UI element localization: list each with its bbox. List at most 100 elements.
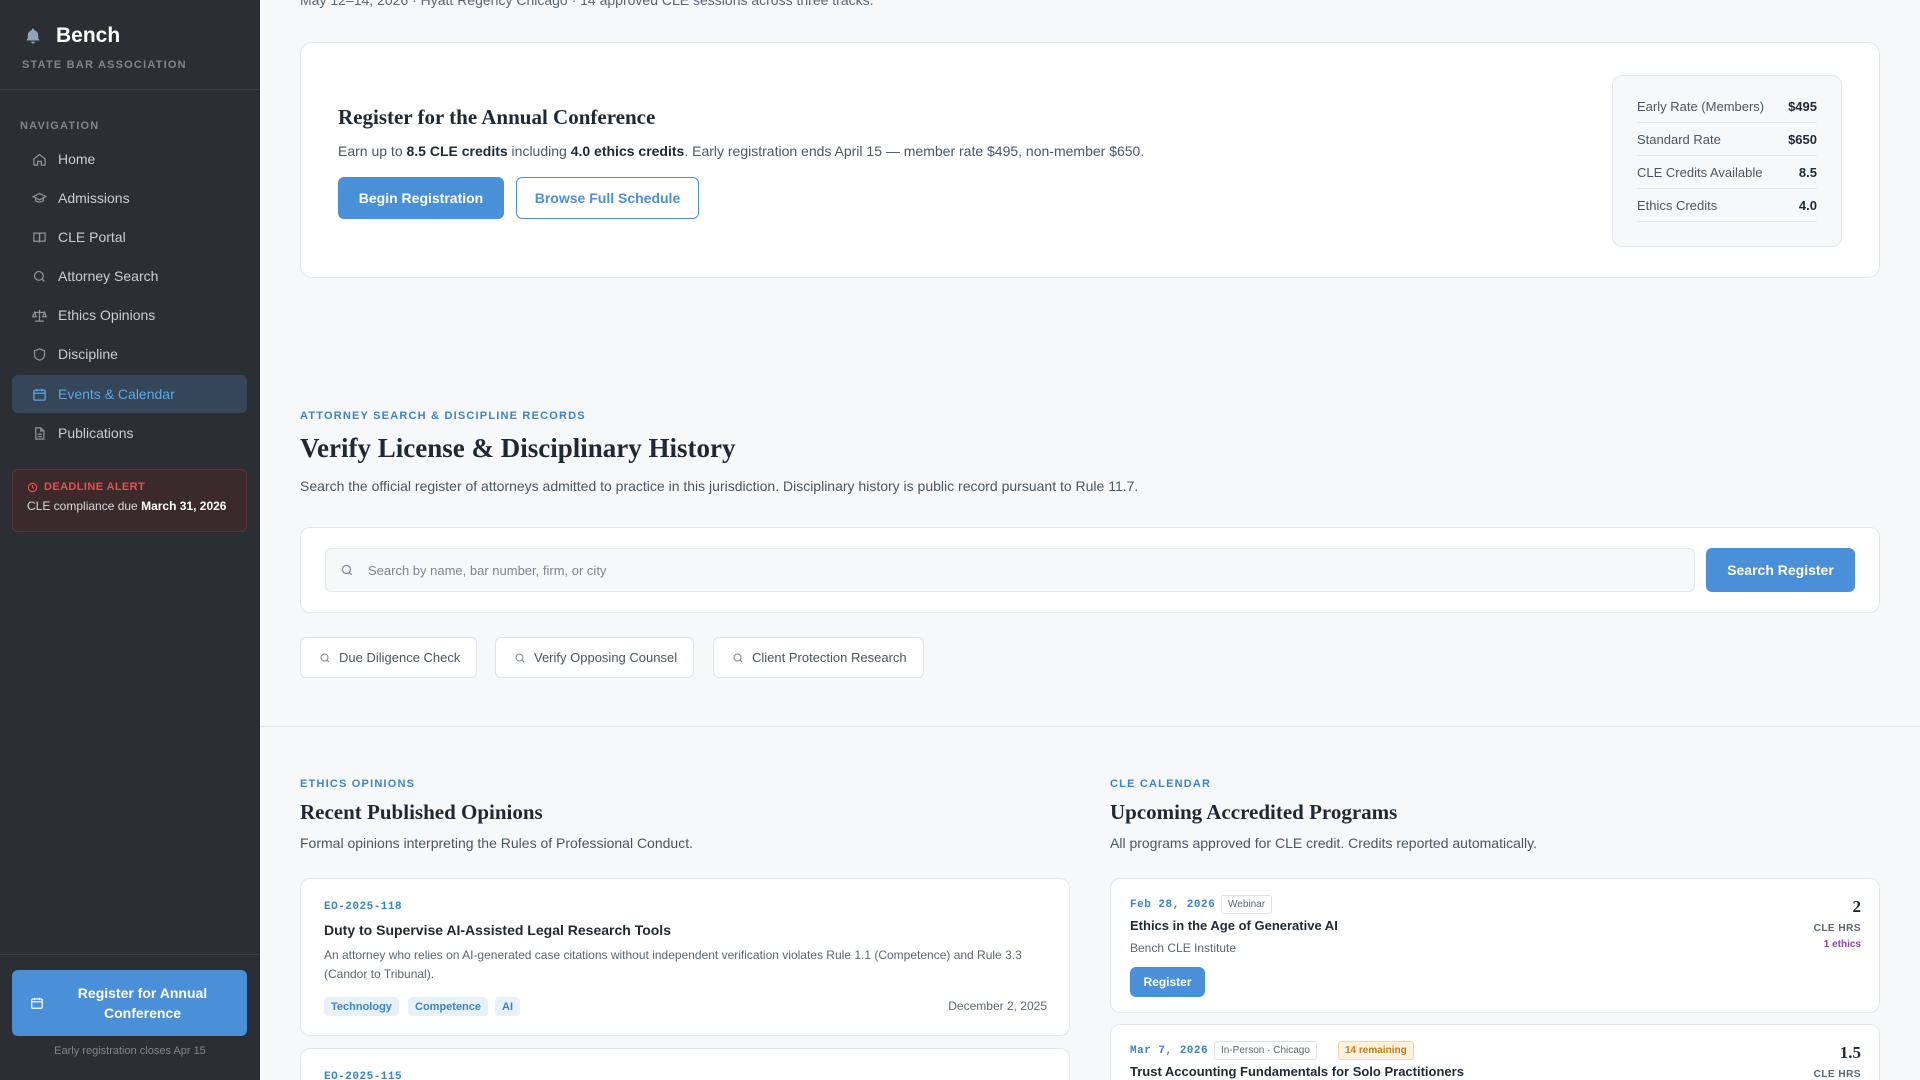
nav-section-label: NAVIGATION	[20, 120, 100, 132]
search-icon	[341, 564, 353, 576]
rates-panel: Early Rate (Members) $495 Standard Rate $6…	[1612, 75, 1842, 247]
chip-client-protection[interactable]: Client Protection Research	[713, 637, 924, 678]
chip-due-diligence[interactable]: Due Diligence Check	[300, 637, 478, 678]
register-annual-conference-button[interactable]: Register for Annual Conference	[12, 970, 247, 1036]
search-panel: Search Register	[300, 527, 1880, 613]
seats-remaining-badge: 14 remaining	[1338, 1041, 1414, 1060]
sidebar-item-label: Admissions	[58, 190, 130, 206]
graduation-cap-icon	[32, 192, 47, 203]
book-icon	[33, 232, 46, 243]
sidebar-item-events-calendar[interactable]: Events & Calendar	[12, 375, 247, 413]
program-register-button[interactable]: Register	[1130, 967, 1205, 997]
verify-eyebrow: ATTORNEY SEARCH & DISCIPLINE RECORDS	[300, 410, 586, 422]
sidebar-item-cle-portal[interactable]: CLE Portal	[12, 218, 247, 256]
program-hours: 2	[1852, 897, 1862, 916]
deadline-alert: DEADLINE ALERT CLE compliance due March …	[12, 469, 247, 532]
sidebar-item-publications[interactable]: Publications	[12, 414, 247, 452]
divider	[0, 954, 260, 955]
text: including	[511, 143, 567, 159]
alert-text: CLE compliance due	[27, 499, 138, 513]
rate-value: 8.5	[1798, 164, 1817, 180]
registration-card: Register for the Annual Conference Earn …	[300, 42, 1880, 278]
program-hours-label: CLE HRS	[1813, 1069, 1861, 1080]
rate-label: Ethics Credits	[1637, 197, 1718, 213]
program-title[interactable]: Ethics in the Age of Generative AI	[1130, 918, 1338, 933]
opinion-tag[interactable]: AI	[495, 997, 520, 1016]
alert-date: March 31, 2026	[141, 499, 227, 513]
program-hours-label: CLE HRS	[1813, 923, 1861, 934]
verify-description: Search the official register of attorney…	[300, 478, 1139, 494]
sidebar-item-label: Ethics Opinions	[58, 307, 156, 323]
rate-value: $495	[1788, 98, 1817, 114]
browse-schedule-button[interactable]: Browse Full Schedule	[516, 177, 699, 219]
sidebar-item-ethics-opinions[interactable]: Ethics Opinions	[12, 296, 247, 334]
program-format-badge: In-Person · Chicago	[1214, 1041, 1317, 1060]
rate-label: Standard Rate	[1637, 131, 1721, 147]
chip-verify-opposing-counsel[interactable]: Verify Opposing Counsel	[495, 637, 695, 678]
begin-registration-button[interactable]: Begin Registration	[338, 177, 504, 219]
opinion-card[interactable]: EO-2025-115	[300, 1048, 1070, 1080]
brand-subtitle: STATE BAR ASSOCIATION	[22, 59, 187, 71]
program-card[interactable]: Mar 7, 2026 In-Person · Chicago 14 remai…	[1110, 1024, 1880, 1080]
programs-description: All programs approved for CLE credit. Cr…	[1110, 835, 1537, 851]
text: . Early registration ends April 15 — mem…	[684, 143, 1145, 159]
sidebar-item-label: Events & Calendar	[58, 386, 175, 402]
registration-note: Early registration closes Apr 15	[54, 1045, 206, 1057]
brand[interactable]: Bench	[22, 24, 120, 48]
program-ethics-hours: 1 ethics	[1823, 939, 1861, 950]
rate-label: Early Rate (Members)	[1637, 98, 1765, 114]
program-title[interactable]: Trust Accounting Fundamentals for Solo P…	[1130, 1064, 1464, 1079]
verify-title: Verify License & Disciplinary History	[300, 433, 736, 463]
program-date: Feb 28, 2026	[1130, 899, 1216, 911]
chip-label: Due Diligence Check	[339, 650, 461, 665]
programs-title: Upcoming Accredited Programs	[1110, 800, 1398, 824]
sidebar-item-attorney-search[interactable]: Attorney Search	[12, 257, 247, 295]
home-icon	[33, 153, 46, 166]
sidebar-item-label: Home	[58, 151, 96, 167]
opinions-eyebrow: ETHICS OPINIONS	[300, 778, 416, 790]
alert-title: DEADLINE ALERT	[44, 481, 146, 493]
sidebar-item-home[interactable]: Home	[12, 140, 247, 178]
search-icon	[515, 653, 525, 662]
search-register-button[interactable]: Search Register	[1706, 548, 1855, 592]
rate-label: CLE Credits Available	[1637, 164, 1763, 180]
opinion-description: An attorney who relies on AI-generated c…	[324, 948, 1022, 981]
calendar-icon	[31, 997, 43, 1009]
sidebar-item-label: Discipline	[58, 346, 118, 362]
search-field[interactable]	[325, 548, 1695, 592]
programs-eyebrow: CLE CALENDAR	[1110, 778, 1212, 790]
rate-row: Early Rate (Members) $495	[1637, 90, 1817, 123]
sidebar-item-label: Attorney Search	[58, 268, 159, 284]
scales-icon	[32, 309, 47, 322]
search-icon	[733, 653, 743, 662]
text: Earn up to	[338, 143, 403, 159]
opinion-card[interactable]: EO-2025-118 Duty to Supervise AI-Assiste…	[300, 878, 1070, 1036]
program-provider: Bench CLE Institute	[1130, 941, 1237, 955]
search-icon	[320, 653, 330, 662]
search-input[interactable]	[368, 562, 1668, 578]
rate-row: Standard Rate $650	[1637, 123, 1817, 156]
registration-description: Earn up to 8.5 CLE credits including 4.0…	[338, 143, 1144, 159]
program-card[interactable]: Feb 28, 2026 Webinar Ethics in the Age o…	[1110, 878, 1880, 1013]
program-format-badge: Webinar	[1221, 895, 1273, 914]
shield-icon	[33, 347, 46, 361]
sidebar-item-admissions[interactable]: Admissions	[12, 179, 247, 217]
opinion-id: EO-2025-118	[324, 901, 403, 913]
chip-label: Client Protection Research	[752, 650, 907, 665]
sidebar-item-discipline[interactable]: Discipline	[12, 335, 247, 373]
opinion-id: EO-2025-115	[324, 1071, 403, 1080]
main-content: May 12–14, 2026 · Hyatt Regency Chicago …	[260, 0, 1920, 1080]
chip-label: Verify Opposing Counsel	[534, 650, 678, 665]
opinion-tag[interactable]: Competence	[408, 997, 489, 1016]
conference-summary: May 12–14, 2026 · Hyatt Regency Chicago …	[300, 0, 874, 8]
rate-value: $650	[1788, 131, 1817, 147]
opinion-title[interactable]: Duty to Supervise AI-Assisted Legal Rese…	[324, 922, 671, 938]
calendar-icon	[33, 388, 46, 401]
clock-icon	[27, 482, 38, 492]
ethics-credits: 4.0 ethics credits	[570, 143, 685, 159]
rate-row: Ethics Credits 4.0	[1637, 189, 1817, 222]
brand-name: Bench	[56, 24, 121, 47]
opinion-tag[interactable]: Technology	[324, 997, 399, 1016]
sidebar: Bench STATE BAR ASSOCIATION NAVIGATION H…	[0, 0, 260, 1080]
divider	[0, 89, 260, 90]
